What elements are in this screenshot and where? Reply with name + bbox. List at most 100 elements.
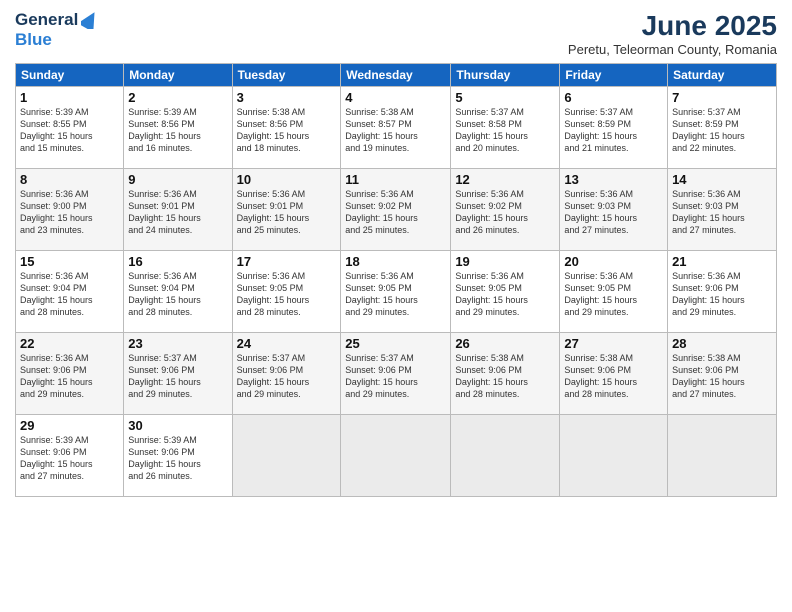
table-row: 17Sunrise: 5:36 AMSunset: 9:05 PMDayligh… xyxy=(232,251,341,333)
day-info: Sunrise: 5:36 AMSunset: 9:05 PMDaylight:… xyxy=(564,270,663,319)
header-thursday: Thursday xyxy=(451,64,560,87)
day-number: 6 xyxy=(564,90,663,105)
day-info: Sunrise: 5:38 AMSunset: 8:57 PMDaylight:… xyxy=(345,106,446,155)
day-info: Sunrise: 5:37 AMSunset: 9:06 PMDaylight:… xyxy=(345,352,446,401)
table-row: 8Sunrise: 5:36 AMSunset: 9:00 PMDaylight… xyxy=(16,169,124,251)
day-info: Sunrise: 5:39 AMSunset: 8:55 PMDaylight:… xyxy=(20,106,119,155)
page: General Blue June 2025 Peretu, Teleorman… xyxy=(0,0,792,612)
day-info: Sunrise: 5:36 AMSunset: 9:06 PMDaylight:… xyxy=(20,352,119,401)
day-info: Sunrise: 5:36 AMSunset: 9:03 PMDaylight:… xyxy=(672,188,772,237)
day-number: 8 xyxy=(20,172,119,187)
day-number: 5 xyxy=(455,90,555,105)
day-number: 2 xyxy=(128,90,227,105)
table-row: 21Sunrise: 5:36 AMSunset: 9:06 PMDayligh… xyxy=(668,251,777,333)
table-row: 22Sunrise: 5:36 AMSunset: 9:06 PMDayligh… xyxy=(16,333,124,415)
table-row xyxy=(341,415,451,497)
logo-blue-text: Blue xyxy=(15,30,52,50)
header-friday: Friday xyxy=(560,64,668,87)
day-number: 11 xyxy=(345,172,446,187)
day-info: Sunrise: 5:38 AMSunset: 9:06 PMDaylight:… xyxy=(455,352,555,401)
day-info: Sunrise: 5:36 AMSunset: 9:02 PMDaylight:… xyxy=(455,188,555,237)
day-number: 18 xyxy=(345,254,446,269)
day-number: 15 xyxy=(20,254,119,269)
day-info: Sunrise: 5:37 AMSunset: 8:59 PMDaylight:… xyxy=(672,106,772,155)
day-info: Sunrise: 5:37 AMSunset: 9:06 PMDaylight:… xyxy=(128,352,227,401)
day-info: Sunrise: 5:39 AMSunset: 9:06 PMDaylight:… xyxy=(128,434,227,483)
table-row: 24Sunrise: 5:37 AMSunset: 9:06 PMDayligh… xyxy=(232,333,341,415)
table-row: 14Sunrise: 5:36 AMSunset: 9:03 PMDayligh… xyxy=(668,169,777,251)
table-row: 11Sunrise: 5:36 AMSunset: 9:02 PMDayligh… xyxy=(341,169,451,251)
table-row: 9Sunrise: 5:36 AMSunset: 9:01 PMDaylight… xyxy=(124,169,232,251)
table-row: 13Sunrise: 5:36 AMSunset: 9:03 PMDayligh… xyxy=(560,169,668,251)
header-saturday: Saturday xyxy=(668,64,777,87)
table-row: 29Sunrise: 5:39 AMSunset: 9:06 PMDayligh… xyxy=(16,415,124,497)
day-number: 27 xyxy=(564,336,663,351)
day-number: 4 xyxy=(345,90,446,105)
day-info: Sunrise: 5:38 AMSunset: 9:06 PMDaylight:… xyxy=(564,352,663,401)
day-number: 22 xyxy=(20,336,119,351)
header-tuesday: Tuesday xyxy=(232,64,341,87)
table-row: 12Sunrise: 5:36 AMSunset: 9:02 PMDayligh… xyxy=(451,169,560,251)
day-info: Sunrise: 5:37 AMSunset: 9:06 PMDaylight:… xyxy=(237,352,337,401)
table-row xyxy=(668,415,777,497)
header-wednesday: Wednesday xyxy=(341,64,451,87)
day-number: 1 xyxy=(20,90,119,105)
day-info: Sunrise: 5:37 AMSunset: 8:58 PMDaylight:… xyxy=(455,106,555,155)
day-number: 13 xyxy=(564,172,663,187)
day-info: Sunrise: 5:36 AMSunset: 9:00 PMDaylight:… xyxy=(20,188,119,237)
day-info: Sunrise: 5:36 AMSunset: 9:06 PMDaylight:… xyxy=(672,270,772,319)
calendar-week-row: 15Sunrise: 5:36 AMSunset: 9:04 PMDayligh… xyxy=(16,251,777,333)
calendar-week-row: 8Sunrise: 5:36 AMSunset: 9:00 PMDaylight… xyxy=(16,169,777,251)
table-row: 25Sunrise: 5:37 AMSunset: 9:06 PMDayligh… xyxy=(341,333,451,415)
day-number: 23 xyxy=(128,336,227,351)
title-block: June 2025 Peretu, Teleorman County, Roma… xyxy=(568,10,777,57)
calendar-week-row: 22Sunrise: 5:36 AMSunset: 9:06 PMDayligh… xyxy=(16,333,777,415)
table-row xyxy=(451,415,560,497)
day-number: 25 xyxy=(345,336,446,351)
day-info: Sunrise: 5:36 AMSunset: 9:04 PMDaylight:… xyxy=(20,270,119,319)
weekday-header-row: Sunday Monday Tuesday Wednesday Thursday… xyxy=(16,64,777,87)
table-row: 10Sunrise: 5:36 AMSunset: 9:01 PMDayligh… xyxy=(232,169,341,251)
day-info: Sunrise: 5:36 AMSunset: 9:02 PMDaylight:… xyxy=(345,188,446,237)
day-info: Sunrise: 5:38 AMSunset: 9:06 PMDaylight:… xyxy=(672,352,772,401)
table-row xyxy=(560,415,668,497)
day-info: Sunrise: 5:36 AMSunset: 9:01 PMDaylight:… xyxy=(237,188,337,237)
table-row: 20Sunrise: 5:36 AMSunset: 9:05 PMDayligh… xyxy=(560,251,668,333)
calendar-week-row: 29Sunrise: 5:39 AMSunset: 9:06 PMDayligh… xyxy=(16,415,777,497)
table-row: 26Sunrise: 5:38 AMSunset: 9:06 PMDayligh… xyxy=(451,333,560,415)
logo-general-text: General xyxy=(15,10,78,30)
day-number: 3 xyxy=(237,90,337,105)
day-info: Sunrise: 5:39 AMSunset: 9:06 PMDaylight:… xyxy=(20,434,119,483)
calendar: Sunday Monday Tuesday Wednesday Thursday… xyxy=(15,63,777,497)
day-number: 29 xyxy=(20,418,119,433)
day-number: 7 xyxy=(672,90,772,105)
table-row: 16Sunrise: 5:36 AMSunset: 9:04 PMDayligh… xyxy=(124,251,232,333)
table-row: 30Sunrise: 5:39 AMSunset: 9:06 PMDayligh… xyxy=(124,415,232,497)
table-row: 2Sunrise: 5:39 AMSunset: 8:56 PMDaylight… xyxy=(124,87,232,169)
day-number: 9 xyxy=(128,172,227,187)
table-row: 3Sunrise: 5:38 AMSunset: 8:56 PMDaylight… xyxy=(232,87,341,169)
day-number: 21 xyxy=(672,254,772,269)
day-number: 20 xyxy=(564,254,663,269)
day-info: Sunrise: 5:38 AMSunset: 8:56 PMDaylight:… xyxy=(237,106,337,155)
table-row: 28Sunrise: 5:38 AMSunset: 9:06 PMDayligh… xyxy=(668,333,777,415)
day-info: Sunrise: 5:36 AMSunset: 9:04 PMDaylight:… xyxy=(128,270,227,319)
day-number: 28 xyxy=(672,336,772,351)
table-row: 27Sunrise: 5:38 AMSunset: 9:06 PMDayligh… xyxy=(560,333,668,415)
logo-icon xyxy=(81,11,99,29)
table-row: 5Sunrise: 5:37 AMSunset: 8:58 PMDaylight… xyxy=(451,87,560,169)
table-row: 4Sunrise: 5:38 AMSunset: 8:57 PMDaylight… xyxy=(341,87,451,169)
day-number: 17 xyxy=(237,254,337,269)
table-row: 23Sunrise: 5:37 AMSunset: 9:06 PMDayligh… xyxy=(124,333,232,415)
table-row: 1Sunrise: 5:39 AMSunset: 8:55 PMDaylight… xyxy=(16,87,124,169)
day-number: 10 xyxy=(237,172,337,187)
header: General Blue June 2025 Peretu, Teleorman… xyxy=(15,10,777,57)
day-info: Sunrise: 5:36 AMSunset: 9:05 PMDaylight:… xyxy=(345,270,446,319)
day-info: Sunrise: 5:36 AMSunset: 9:01 PMDaylight:… xyxy=(128,188,227,237)
calendar-week-row: 1Sunrise: 5:39 AMSunset: 8:55 PMDaylight… xyxy=(16,87,777,169)
table-row: 15Sunrise: 5:36 AMSunset: 9:04 PMDayligh… xyxy=(16,251,124,333)
day-info: Sunrise: 5:37 AMSunset: 8:59 PMDaylight:… xyxy=(564,106,663,155)
header-sunday: Sunday xyxy=(16,64,124,87)
subtitle: Peretu, Teleorman County, Romania xyxy=(568,42,777,57)
table-row xyxy=(232,415,341,497)
